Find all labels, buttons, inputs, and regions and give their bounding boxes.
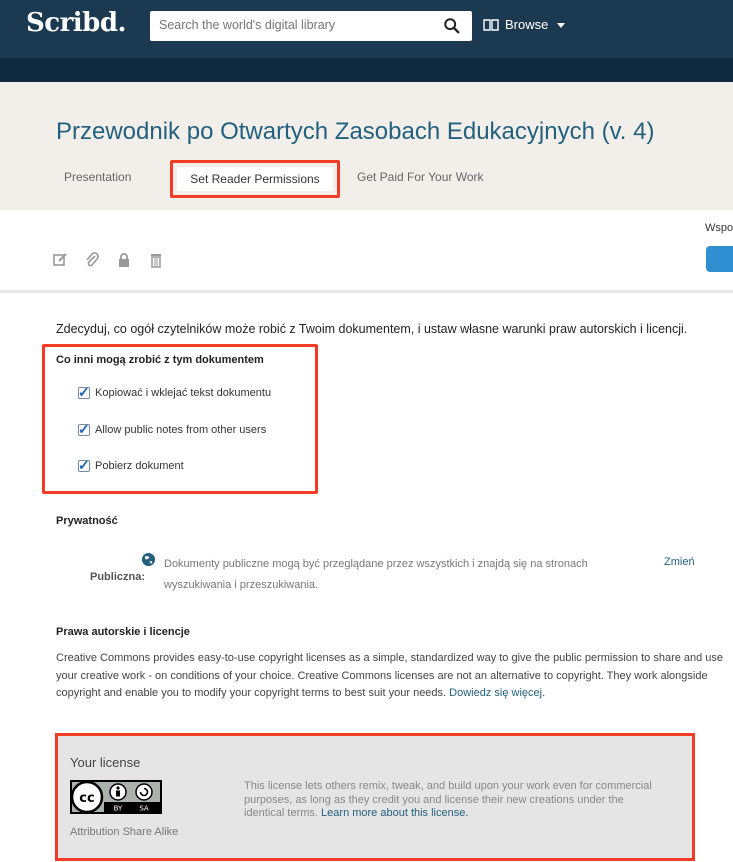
privacy-title: Prywatność: [56, 515, 118, 527]
permissions-title: Co inni mogą zrobić z tym dokumentem: [56, 354, 264, 366]
document-toolbar: [52, 252, 164, 268]
browse-label: Browse: [505, 17, 549, 32]
search-box: [150, 11, 472, 41]
chevron-down-icon: [557, 22, 566, 28]
attachment-icon[interactable]: [84, 252, 100, 268]
search-icon[interactable]: [443, 17, 461, 35]
checkbox[interactable]: ✓: [78, 384, 90, 400]
browse-menu[interactable]: Browse: [483, 17, 566, 32]
permission-public-notes[interactable]: ✓ Allow public notes from other users: [78, 421, 267, 437]
globe-icon: [141, 552, 156, 567]
top-nav-subbar: [0, 58, 733, 82]
section-divider: [0, 290, 733, 293]
badge-by-label: BY: [114, 805, 123, 813]
permission-label: Pobierz dokument: [95, 460, 184, 472]
copyright-description: Creative Commons provides easy-to-use co…: [56, 652, 724, 699]
license-learn-more-link[interactable]: Learn more about this license.: [321, 807, 468, 819]
checkmark-icon: ✓: [78, 457, 90, 473]
svg-text:cc: cc: [79, 791, 94, 806]
tab-set-reader-permissions[interactable]: Set Reader Permissions: [170, 160, 340, 198]
checkmark-icon: ✓: [78, 421, 90, 437]
checkbox[interactable]: ✓: [78, 457, 90, 473]
copyright-title: Prawa autorskie i licencje: [56, 626, 190, 638]
trash-icon[interactable]: [148, 252, 164, 268]
scribd-logo[interactable]: Scribd.: [26, 8, 127, 38]
permission-label: Allow public notes from other users: [95, 424, 267, 436]
permissions-intro: Zdecyduj, co ogół czytelników może robić…: [56, 322, 688, 336]
copyright-text: Creative Commons provides easy-to-use co…: [56, 652, 724, 699]
cc-by-sa-badge: cc BY SA: [70, 780, 162, 814]
license-description: This license lets others remix, tweak, a…: [244, 780, 664, 821]
book-icon: [483, 18, 499, 31]
checkmark-icon: ✓: [78, 384, 90, 400]
tab-presentation[interactable]: Presentation: [64, 170, 131, 184]
side-action-button[interactable]: [706, 246, 733, 272]
license-name: Attribution Share Alike: [70, 826, 179, 838]
learn-more-link[interactable]: Dowiedz się więcej: [449, 687, 542, 699]
license-title: Your license: [70, 755, 141, 770]
permission-copy-text[interactable]: ✓ Kopiować i wklejać tekst dokumentu: [78, 384, 272, 400]
side-panel-label: Wspo: [705, 222, 733, 234]
edit-icon[interactable]: [52, 252, 68, 268]
privacy-status-label: Publiczna:: [90, 571, 146, 583]
privacy-description: Dokumenty publiczne mogą być przeglądane…: [164, 558, 588, 591]
change-privacy-link[interactable]: Zmień: [664, 556, 695, 568]
document-title: Przewodnik po Otwartych Zasobach Edukacy…: [56, 118, 655, 145]
search-input[interactable]: [159, 18, 429, 32]
lock-icon[interactable]: [116, 252, 132, 268]
permission-label: Kopiować i wklejać tekst dokumentu: [95, 387, 272, 399]
permission-download[interactable]: ✓ Pobierz dokument: [78, 457, 184, 473]
tab-set-reader-permissions-label: Set Reader Permissions: [177, 167, 333, 191]
document-header: [0, 82, 733, 210]
badge-sa-label: SA: [139, 805, 149, 813]
tab-get-paid[interactable]: Get Paid For Your Work: [357, 170, 484, 184]
checkbox[interactable]: ✓: [78, 421, 90, 437]
